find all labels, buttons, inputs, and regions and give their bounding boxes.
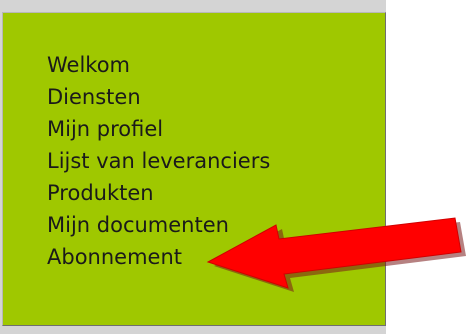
menu-frame: Welkom Diensten Mijn profiel Lijst van l… — [0, 0, 386, 334]
navigation-menu: Welkom Diensten Mijn profiel Lijst van l… — [2, 12, 386, 326]
screenshot-stage: Welkom Diensten Mijn profiel Lijst van l… — [0, 0, 472, 334]
menu-item-diensten[interactable]: Diensten — [47, 81, 270, 113]
menu-item-mijn-documenten[interactable]: Mijn documenten — [47, 209, 270, 241]
menu-item-produkten[interactable]: Produkten — [47, 177, 270, 209]
menu-item-mijn-profiel[interactable]: Mijn profiel — [47, 113, 270, 145]
menu-item-welkom[interactable]: Welkom — [47, 49, 270, 81]
menu-item-lijst-van-leveranciers[interactable]: Lijst van leveranciers — [47, 145, 270, 177]
menu-item-abonnement[interactable]: Abonnement — [47, 241, 270, 273]
menu-list: Welkom Diensten Mijn profiel Lijst van l… — [47, 49, 270, 273]
